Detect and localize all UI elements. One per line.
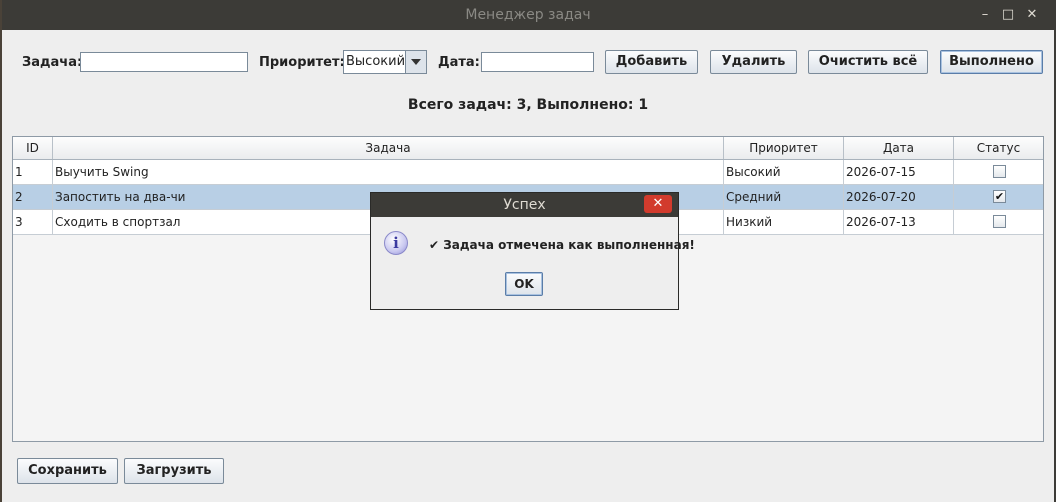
- task-label: Задача:: [22, 55, 83, 70]
- clear-all-button[interactable]: Очистить всё: [808, 50, 928, 74]
- cell-id: 1: [13, 160, 53, 184]
- cell-id: 3: [13, 210, 53, 234]
- info-icon: i: [384, 231, 408, 255]
- minimize-button[interactable]: –: [977, 7, 993, 23]
- status-checkbox[interactable]: [993, 165, 1006, 178]
- delete-button[interactable]: Удалить: [710, 50, 797, 74]
- cell-date: 2026-07-13: [844, 210, 954, 234]
- status-checkbox[interactable]: ✔: [993, 190, 1006, 203]
- cell-date: 2026-07-15: [844, 160, 954, 184]
- table-header: ID Задача Приоритет Дата Статус: [13, 137, 1043, 160]
- success-dialog: Успех ✕ i ✔ Задача отмечена как выполнен…: [370, 192, 695, 310]
- cell-task: Выучить Swing: [53, 160, 724, 184]
- save-button[interactable]: Сохранить: [17, 458, 118, 484]
- window-titlebar: Менеджер задач – □ ✕: [2, 2, 1054, 30]
- mark-done-button[interactable]: Выполнено: [940, 50, 1043, 74]
- load-button[interactable]: Загрузить: [124, 458, 224, 484]
- dialog-title: Успех: [503, 197, 546, 213]
- dialog-titlebar: Успех ✕: [371, 193, 678, 217]
- dropdown-arrow-icon[interactable]: [405, 51, 426, 73]
- add-button[interactable]: Добавить: [605, 50, 698, 74]
- priority-select[interactable]: Высокий: [343, 50, 427, 74]
- task-summary: Всего задач: 3, Выполнено: 1: [407, 97, 649, 113]
- cell-date: 2026-07-20: [844, 185, 954, 209]
- task-manager-window: Менеджер задач – □ ✕ Задача: Приоритет: …: [2, 2, 1054, 502]
- window-title: Менеджер задач: [465, 7, 591, 23]
- column-header-task[interactable]: Задача: [53, 137, 724, 159]
- date-label: Дата:: [438, 55, 480, 70]
- cell-priority: Низкий: [724, 210, 844, 234]
- priority-label: Приоритет:: [259, 55, 345, 70]
- cell-priority: Средний: [724, 185, 844, 209]
- cell-status: [954, 210, 1043, 234]
- table-row[interactable]: 1 Выучить Swing Высокий 2026-07-15: [13, 160, 1043, 185]
- priority-selected-value: Высокий: [346, 54, 406, 69]
- status-checkbox[interactable]: [993, 215, 1006, 228]
- ok-button[interactable]: OK: [505, 272, 543, 296]
- cell-status: ✔: [954, 185, 1043, 209]
- cell-id: 2: [13, 185, 53, 209]
- date-input[interactable]: [481, 52, 594, 72]
- column-header-priority[interactable]: Приоритет: [724, 137, 844, 159]
- dialog-close-button[interactable]: ✕: [644, 195, 672, 213]
- maximize-button[interactable]: □: [1000, 7, 1016, 23]
- close-window-button[interactable]: ✕: [1024, 7, 1040, 23]
- dialog-message: ✔ Задача отмечена как выполненная!: [429, 238, 695, 252]
- column-header-date[interactable]: Дата: [844, 137, 954, 159]
- task-input[interactable]: [80, 52, 248, 72]
- column-header-id[interactable]: ID: [13, 137, 53, 159]
- cell-priority: Высокий: [724, 160, 844, 184]
- column-header-status[interactable]: Статус: [954, 137, 1043, 159]
- cell-status: [954, 160, 1043, 184]
